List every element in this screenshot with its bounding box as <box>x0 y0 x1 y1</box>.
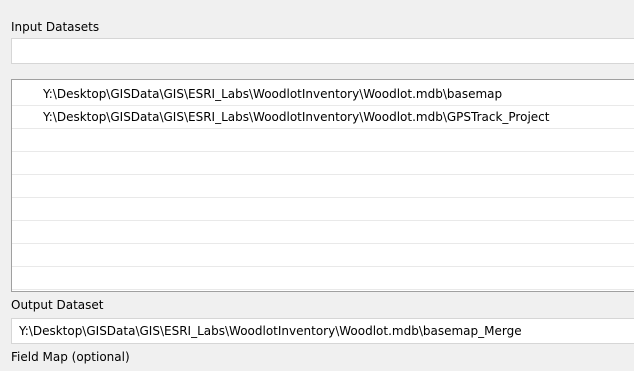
list-item[interactable] <box>12 221 634 244</box>
list-item[interactable] <box>12 198 634 221</box>
list-item[interactable]: Y:\Desktop\GISData\GIS\ESRI_Labs\Woodlot… <box>12 83 634 106</box>
input-datasets-label: Input Datasets <box>11 20 100 34</box>
input-datasets-list[interactable]: Y:\Desktop\GISData\GIS\ESRI_Labs\Woodlot… <box>11 79 634 292</box>
output-dataset-label: Output Dataset <box>11 298 104 312</box>
list-item[interactable] <box>12 152 634 175</box>
list-item-text: Y:\Desktop\GISData\GIS\ESRI_Labs\Woodlot… <box>43 110 550 124</box>
input-datasets-entry[interactable] <box>11 38 634 64</box>
output-dataset-field[interactable]: Y:\Desktop\GISData\GIS\ESRI_Labs\Woodlot… <box>11 318 634 344</box>
output-dataset-value: Y:\Desktop\GISData\GIS\ESRI_Labs\Woodlot… <box>19 324 522 338</box>
list-item[interactable] <box>12 244 634 267</box>
list-item[interactable] <box>12 175 634 198</box>
list-item[interactable]: Y:\Desktop\GISData\GIS\ESRI_Labs\Woodlot… <box>12 106 634 129</box>
list-item-text: Y:\Desktop\GISData\GIS\ESRI_Labs\Woodlot… <box>43 87 503 101</box>
field-map-label: Field Map (optional) <box>11 350 130 364</box>
list-item[interactable] <box>12 267 634 290</box>
list-item[interactable] <box>12 129 634 152</box>
